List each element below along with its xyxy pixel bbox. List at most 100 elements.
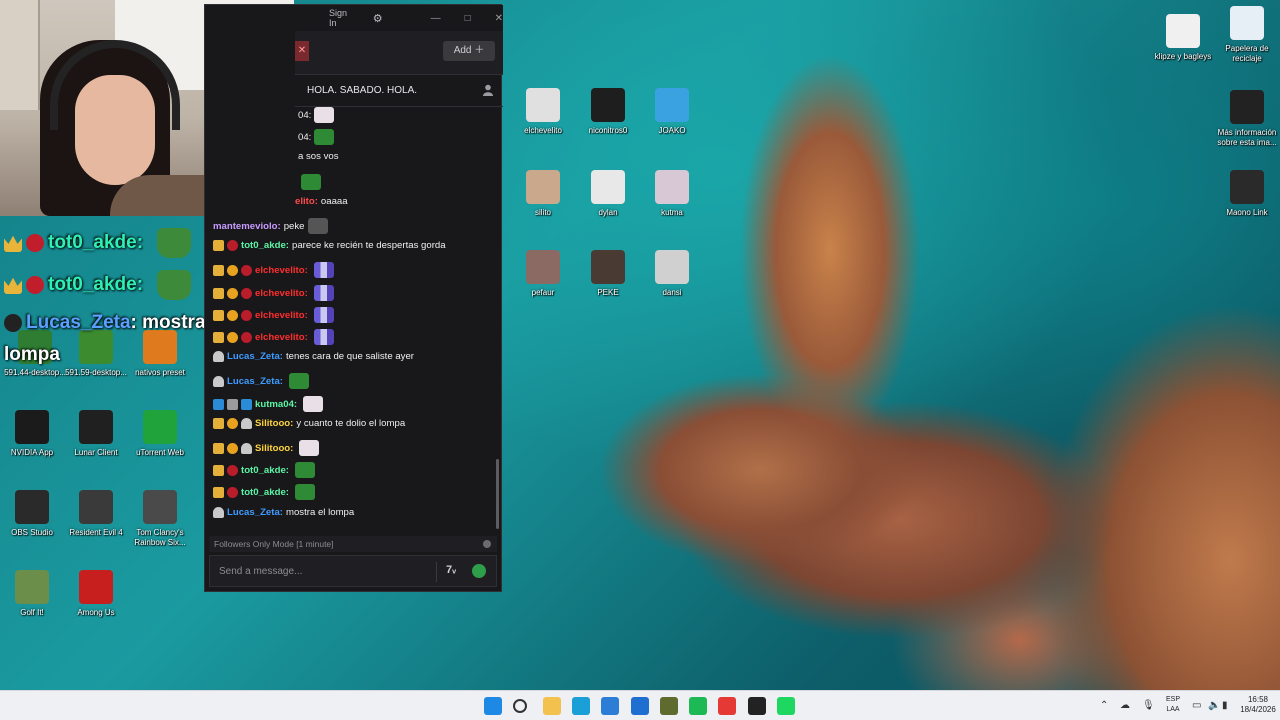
obs-taskbar-icon[interactable] — [747, 697, 766, 715]
hat-badge-icon[interactable] — [213, 351, 224, 362]
chat-username[interactable]: elchevelito: — [255, 332, 308, 343]
search-icon[interactable] — [513, 699, 528, 713]
hat-badge-icon[interactable] — [241, 442, 252, 454]
red-badge-icon[interactable] — [241, 287, 252, 299]
red-badge-icon[interactable] — [241, 264, 252, 276]
desktop-icon[interactable]: dylan — [573, 170, 643, 218]
desktop-icon[interactable]: elchevelito — [508, 88, 578, 136]
outlook-icon[interactable] — [630, 697, 649, 715]
emote-picker-icon[interactable]: 7ᵥ — [446, 564, 456, 576]
one-badge-icon[interactable] — [227, 418, 238, 429]
one-badge-icon[interactable] — [227, 442, 238, 454]
crown-badge-icon[interactable] — [213, 464, 224, 476]
desktop-icon[interactable]: PEKE — [573, 250, 643, 298]
game-icon[interactable] — [659, 697, 678, 715]
desktop-icon[interactable]: silito — [508, 170, 578, 218]
chat-username[interactable]: kutma04: — [255, 399, 297, 410]
gray-badge-icon[interactable] — [227, 398, 238, 410]
close-tab-button[interactable]: ✕ — [295, 41, 309, 61]
red-badge-icon[interactable] — [227, 464, 238, 476]
clock[interactable]: 16:58 18/4/2026 — [1240, 695, 1276, 715]
crown-badge-icon[interactable] — [213, 287, 224, 299]
chat-username[interactable]: tot0_akde: — [241, 465, 289, 476]
microsoft-store-icon[interactable] — [601, 697, 620, 715]
chat-scrollbar[interactable] — [496, 459, 499, 529]
red-badge-icon[interactable] — [241, 331, 252, 343]
microphone-icon[interactable]: 🎙 — [1142, 700, 1155, 711]
hat-badge-icon[interactable] — [241, 418, 252, 429]
user-icon[interactable] — [483, 84, 493, 96]
blue-badge-icon[interactable] — [213, 398, 224, 410]
desktop-icon[interactable]: Lunar Client — [61, 410, 131, 458]
crown-badge-icon[interactable] — [213, 240, 224, 251]
desktop-icon[interactable]: nativos preset — [125, 330, 195, 378]
one-badge-icon[interactable] — [227, 287, 238, 299]
desktop-icon[interactable]: klipze y bagleys — [1148, 14, 1218, 62]
battery-icon[interactable]: ▮ — [1222, 700, 1228, 711]
hat-badge-icon[interactable] — [213, 507, 224, 518]
pixel-emote-icon[interactable] — [313, 307, 334, 323]
one-badge-icon[interactable] — [227, 309, 238, 321]
crown-badge-icon[interactable] — [213, 331, 224, 343]
cat-emote-icon[interactable] — [303, 396, 324, 412]
desktop-icon[interactable]: JOAKO — [637, 88, 707, 136]
frog-emote-icon[interactable] — [294, 462, 315, 478]
chat-username[interactable]: elchevelito: — [255, 265, 308, 276]
pixel-emote-icon[interactable] — [313, 329, 334, 345]
info-icon[interactable] — [483, 540, 491, 548]
network-icon[interactable]: ▭ — [1192, 700, 1201, 711]
hat-badge-icon[interactable] — [213, 375, 224, 387]
desktop-icon[interactable]: Maono Link — [1212, 170, 1280, 218]
crown-badge-icon[interactable] — [213, 486, 224, 498]
one-badge-icon[interactable] — [227, 331, 238, 343]
desktop-icon[interactable]: Resident Evil 4 — [61, 490, 131, 538]
desktop-icon[interactable]: niconitros0 — [573, 88, 643, 136]
desktop-icon[interactable]: pefaur — [508, 250, 578, 298]
cat-emote-icon[interactable] — [299, 440, 320, 456]
pixel-emote-icon[interactable] — [313, 285, 334, 301]
blue-badge-icon[interactable] — [241, 398, 252, 410]
red-badge-icon[interactable] — [241, 309, 252, 321]
chat-username[interactable]: Silitooo: — [255, 443, 293, 454]
chat-username[interactable]: elchevelito: — [255, 288, 308, 299]
chat-username[interactable]: elito: — [295, 196, 318, 207]
chrome-icon[interactable] — [718, 697, 737, 715]
cat-emote-icon[interactable] — [314, 107, 335, 123]
chat-username[interactable]: mantemeviolo: — [213, 221, 281, 232]
frog-emote-icon[interactable] — [314, 129, 335, 145]
chat-username[interactable]: Lucas_Zeta: — [227, 507, 283, 518]
volume-icon[interactable]: 🔈 — [1208, 700, 1220, 711]
desktop-icon[interactable]: Golf It! — [0, 570, 67, 618]
chat-username[interactable]: Lucas_Zeta: — [227, 351, 283, 362]
red-badge-icon[interactable] — [227, 486, 238, 498]
frog-emote-icon[interactable] — [301, 174, 321, 190]
cloud-icon[interactable]: ☁ — [1120, 700, 1130, 711]
maximize-icon[interactable]: □ — [465, 13, 471, 24]
chat-username[interactable]: Lucas_Zeta: — [227, 376, 283, 387]
chatterino-icon[interactable] — [777, 697, 795, 715]
language-indicator[interactable]: ESP LAA — [1162, 695, 1184, 715]
file-explorer-icon[interactable] — [542, 697, 561, 715]
crown-badge-icon[interactable] — [213, 442, 224, 454]
desktop-icon[interactable]: OBS Studio — [0, 490, 67, 538]
crown-badge-icon[interactable] — [213, 264, 224, 276]
chat-username[interactable]: tot0_akde: — [241, 487, 289, 498]
desktop-icon[interactable]: Papelera de reciclaje — [1212, 6, 1280, 64]
desktop-icon[interactable]: NVIDIA App — [0, 410, 67, 458]
desktop-icon[interactable]: Among Us — [61, 570, 131, 618]
close-icon[interactable]: ✕ — [495, 13, 503, 24]
chat-username[interactable]: tot0_akde: — [241, 240, 289, 251]
desktop-icon[interactable]: uTorrent Web — [125, 410, 195, 458]
desktop-icon[interactable]: Tom Clancy's Rainbow Six... — [125, 490, 195, 548]
crown-badge-icon[interactable] — [213, 309, 224, 321]
edge-icon[interactable] — [571, 697, 590, 715]
message-input[interactable]: Send a message... 7ᵥ — [209, 555, 497, 587]
crown-badge-icon[interactable] — [213, 418, 224, 429]
add-tab-button[interactable]: Add ＋ — [443, 41, 495, 61]
desktop-icon[interactable]: 591.59-desktop... — [61, 330, 131, 378]
red-badge-icon[interactable] — [227, 240, 238, 251]
send-icon[interactable] — [472, 564, 486, 578]
chat-username[interactable]: Silitooo: — [255, 418, 293, 429]
sign-in-link[interactable]: Sign In — [329, 8, 355, 28]
desktop-icon[interactable]: Más información sobre esta ima... — [1212, 90, 1280, 148]
